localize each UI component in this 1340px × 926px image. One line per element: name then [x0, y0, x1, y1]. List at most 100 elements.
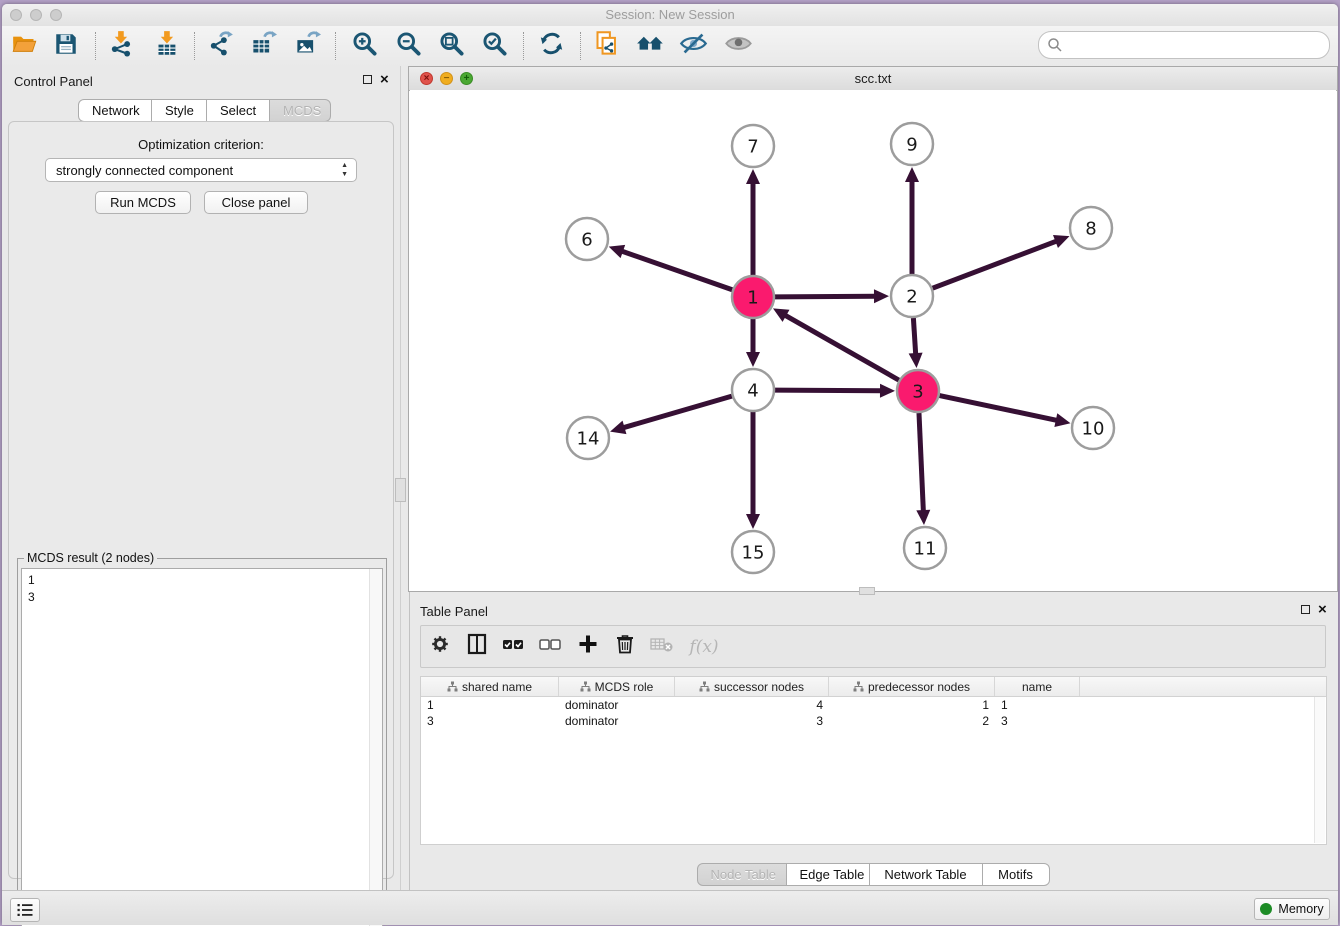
network-graph: 7968124314101511	[410, 90, 1336, 590]
float-panel-icon[interactable]	[363, 75, 372, 84]
column-header-shared-name[interactable]: shared name	[421, 677, 559, 696]
cell-successor-nodes[interactable]: 4	[675, 697, 829, 713]
graph-node-label: 7	[747, 136, 758, 157]
search-input[interactable]	[1067, 35, 1321, 55]
mcds-result-textarea[interactable]: 1 3	[21, 568, 383, 926]
task-history-button[interactable]	[10, 898, 40, 922]
table-row[interactable]: 3 dominator 3 2 3	[421, 713, 1326, 729]
tab-node-table[interactable]: Node Table	[697, 863, 787, 886]
network-canvas[interactable]: 7968124314101511	[410, 90, 1336, 590]
clone-network-button[interactable]	[588, 29, 624, 63]
function-builder-button[interactable]: f(x)	[680, 629, 728, 665]
table-scrollbar[interactable]	[1314, 697, 1325, 843]
first-neighbors-button[interactable]	[632, 29, 668, 63]
unselect-all-columns-button[interactable]	[532, 629, 569, 665]
column-label: predecessor nodes	[868, 680, 970, 694]
export-table-button[interactable]	[245, 29, 281, 63]
table-row[interactable]: 1 dominator 4 1 1	[421, 697, 1326, 713]
graph-edge-arrowhead	[916, 510, 930, 525]
graph-edge-3-10[interactable]	[940, 396, 1058, 421]
graph-edge-1-2[interactable]	[775, 296, 876, 297]
cell-predecessor-nodes[interactable]: 1	[829, 697, 995, 713]
criterion-value: strongly connected component	[56, 163, 233, 178]
cell-name[interactable]: 3	[995, 713, 1080, 729]
column-label: name	[1022, 680, 1052, 694]
show-all-button[interactable]	[720, 29, 756, 63]
checked-boxes-icon	[501, 632, 527, 661]
close-panel-icon[interactable]: ×	[380, 74, 389, 85]
result-scrollbar[interactable]	[369, 569, 382, 926]
graph-edge-4-3[interactable]	[775, 390, 882, 391]
hide-selected-button[interactable]	[675, 29, 711, 63]
delete-columns-button[interactable]	[606, 629, 643, 665]
cell-name[interactable]: 1	[995, 697, 1080, 713]
column-label: MCDS role	[595, 680, 654, 694]
tab-mcds[interactable]: MCDS	[269, 99, 331, 122]
houses-icon	[636, 30, 665, 62]
main-toolbar	[2, 26, 1338, 67]
graph-edge-3-1[interactable]	[784, 315, 899, 380]
graph-edge-arrowhead	[880, 384, 895, 398]
export-table-icon	[250, 30, 277, 62]
window-titlebar: Session: New Session	[2, 4, 1338, 27]
control-panel: Control Panel × Network Style Select MCD…	[2, 66, 400, 890]
cell-predecessor-nodes[interactable]: 2	[829, 713, 995, 729]
search-icon	[1047, 37, 1063, 53]
export-network-button[interactable]	[202, 29, 238, 63]
zoom-selected-button[interactable]	[476, 29, 512, 63]
cell-shared-name[interactable]: 1	[421, 697, 559, 713]
memory-status-icon	[1260, 903, 1272, 915]
export-image-button[interactable]	[289, 29, 325, 63]
graph-edge-arrowhead	[746, 352, 760, 367]
graph-edge-3-11[interactable]	[919, 413, 923, 512]
save-session-button[interactable]	[48, 29, 84, 63]
tab-motifs[interactable]: Motifs	[982, 863, 1050, 886]
mcds-panel: Optimization criterion: strongly connect…	[8, 121, 394, 879]
column-type-icon	[447, 681, 458, 692]
import-table-button[interactable]	[149, 29, 185, 63]
table-options-button[interactable]	[421, 629, 458, 665]
run-mcds-button[interactable]: Run MCDS	[95, 191, 191, 214]
graph-edge-4-14[interactable]	[623, 396, 732, 428]
column-header-mcds-role[interactable]: MCDS role	[559, 677, 675, 696]
refresh-view-button[interactable]	[533, 29, 569, 63]
optimization-criterion-label: Optimization criterion:	[9, 137, 393, 152]
toolbar-separator	[335, 32, 336, 60]
column-header-predecessor-nodes[interactable]: predecessor nodes	[829, 677, 995, 696]
graph-edge-2-8[interactable]	[933, 241, 1058, 288]
graph-edge-2-3[interactable]	[913, 318, 915, 355]
float-table-panel-icon[interactable]	[1301, 605, 1310, 614]
import-network-icon	[108, 30, 135, 62]
open-session-button[interactable]	[6, 29, 42, 63]
column-header-successor-nodes[interactable]: successor nodes	[675, 677, 829, 696]
cell-successor-nodes[interactable]: 3	[675, 713, 829, 729]
zoom-in-button[interactable]	[346, 29, 382, 63]
graph-node-label: 1	[747, 287, 758, 308]
tab-network-table[interactable]: Network Table	[869, 863, 983, 886]
show-columns-button[interactable]	[458, 629, 495, 665]
close-panel-button[interactable]: Close panel	[204, 191, 308, 214]
memory-button[interactable]: Memory	[1254, 898, 1330, 920]
import-network-button[interactable]	[103, 29, 139, 63]
split-grip[interactable]	[395, 478, 406, 502]
tab-style[interactable]: Style	[151, 99, 207, 122]
select-all-columns-button[interactable]	[495, 629, 532, 665]
column-header-name[interactable]: name	[995, 677, 1080, 696]
main-window: Session: New Session	[2, 4, 1338, 924]
graph-node-label: 11	[914, 538, 937, 559]
memory-label: Memory	[1278, 902, 1323, 916]
graph-edge-1-6[interactable]	[621, 251, 732, 290]
close-table-panel-icon[interactable]: ×	[1318, 604, 1327, 615]
criterion-select[interactable]: strongly connected component ▲▼	[45, 158, 357, 182]
zoom-out-button[interactable]	[390, 29, 426, 63]
horizontal-split-grip[interactable]	[859, 587, 875, 595]
cell-shared-name[interactable]: 3	[421, 713, 559, 729]
zoom-fit-button[interactable]	[433, 29, 469, 63]
cell-mcds-role[interactable]: dominator	[559, 697, 675, 713]
tab-network[interactable]: Network	[78, 99, 152, 122]
tab-select[interactable]: Select	[206, 99, 270, 122]
tab-edge-table[interactable]: Edge Table	[786, 863, 870, 886]
add-column-button[interactable]	[569, 629, 606, 665]
cell-mcds-role[interactable]: dominator	[559, 713, 675, 729]
delete-table-button[interactable]	[643, 629, 680, 665]
